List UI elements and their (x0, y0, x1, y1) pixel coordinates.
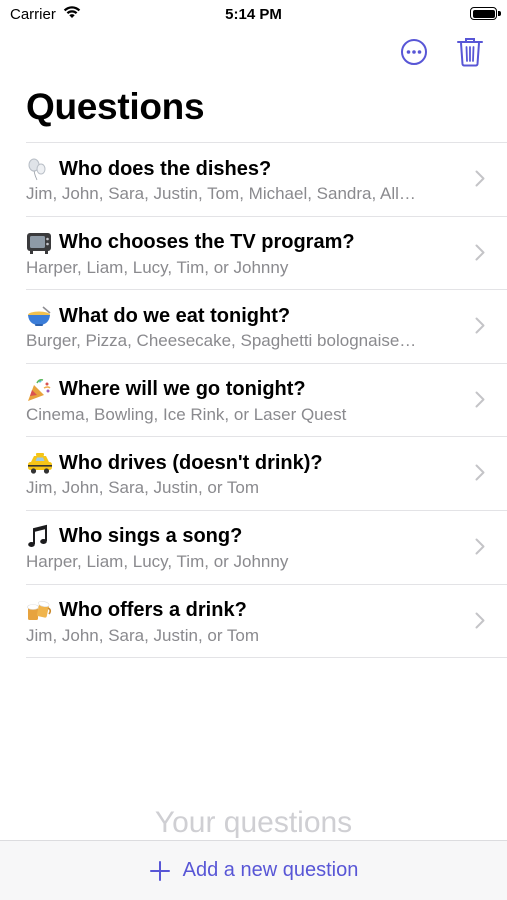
question-options: Harper, Liam, Lucy, Tim, or Johnny (26, 551, 289, 571)
question-row[interactable]: Who does the dishes? Jim, John, Sara, Ju… (26, 143, 507, 217)
music-notes-icon (26, 524, 54, 549)
question-row[interactable]: Who chooses the TV program? Harper, Liam… (26, 217, 507, 291)
battery-icon (470, 7, 497, 20)
nav-actions (399, 36, 485, 68)
question-title: Who drives (doesn't drink)? (59, 451, 323, 474)
question-options: Cinema, Bowling, Ice Rink, or Laser Ques… (26, 404, 347, 424)
question-row[interactable]: Who offers a drink? Jim, John, Sara, Jus… (26, 585, 507, 659)
battery-level (472, 9, 495, 18)
chevron-right-icon (475, 612, 485, 629)
page-title: Questions (26, 86, 205, 127)
ellipsis-circle-icon (401, 39, 427, 65)
more-button[interactable] (399, 36, 429, 68)
status-time: 5:14 PM (225, 6, 282, 23)
beer-mugs-icon (26, 599, 54, 623)
question-options: Jim, John, Sara, Justin, or Tom (26, 625, 260, 645)
question-title: Who does the dishes? (59, 157, 272, 180)
trash-icon (457, 38, 483, 67)
question-title: Who sings a song? (59, 525, 243, 548)
question-options: Burger, Pizza, Cheesecake, Spaghetti bol… (26, 331, 417, 351)
question-row[interactable]: Who sings a song? Harper, Liam, Lucy, Ti… (26, 511, 507, 585)
chevron-right-icon (475, 464, 485, 481)
balloons-icon (26, 157, 54, 181)
chevron-right-icon (475, 170, 485, 187)
party-popper-icon (26, 378, 54, 402)
plus-icon (149, 860, 170, 881)
delete-button[interactable] (455, 36, 485, 68)
chevron-right-icon (475, 538, 485, 555)
question-row[interactable]: What do we eat tonight? Burger, Pizza, C… (26, 290, 507, 364)
question-title: Where will we go tonight? (59, 378, 306, 401)
battery-cap (498, 11, 501, 16)
question-row[interactable]: Who drives (doesn't drink)? Jim, John, S… (26, 437, 507, 511)
questions-list: Who does the dishes? Jim, John, Sara, Ju… (26, 142, 507, 659)
television-icon (26, 231, 54, 255)
question-options: Jim, John, Sara, Justin, Tom, Michael, S… (26, 184, 416, 203)
question-title: Who offers a drink? (59, 599, 247, 622)
question-row[interactable]: Where will we go tonight? Cinema, Bowlin… (26, 364, 507, 438)
bowl-icon (26, 304, 54, 328)
chevron-right-icon (475, 391, 485, 408)
add-question-label: Add a new question (182, 859, 359, 881)
question-options: Jim, John, Sara, Justin, or Tom (26, 478, 260, 498)
question-options: Harper, Liam, Lucy, Tim, or Johnny (26, 257, 289, 277)
question-title: Who chooses the TV program? (59, 231, 355, 254)
section-footer-label: Your questions (154, 806, 353, 839)
status-bar: Carrier 5:14 PM (0, 0, 507, 30)
chevron-right-icon (475, 317, 485, 334)
question-title: What do we eat tonight? (59, 304, 291, 327)
add-question-button[interactable]: Add a new question (0, 859, 507, 882)
bottom-toolbar: Add a new question (0, 840, 507, 900)
taxi-icon (26, 451, 54, 475)
chevron-right-icon (475, 244, 485, 261)
